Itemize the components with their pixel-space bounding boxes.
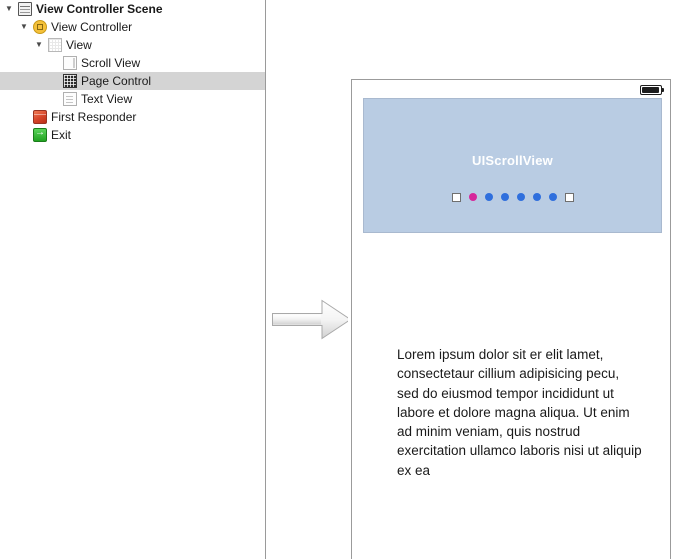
scroll-view[interactable]: UIScrollView [363, 98, 662, 233]
outline-row-label: View Controller [51, 20, 133, 34]
text-view-icon [63, 92, 77, 106]
outline-row-page-control[interactable]: Page Control [0, 72, 265, 90]
document-outline-panel: ▼ View Controller Scene ▼ View Controller ▼ V… [0, 0, 266, 559]
outline-row-label: View [66, 38, 92, 52]
page-dot[interactable] [516, 193, 525, 201]
outline-row-label: Exit [51, 128, 72, 142]
outline-tree[interactable]: ▼ View Controller Scene ▼ View Controller ▼ V… [0, 0, 265, 144]
outline-row-view-controller[interactable]: ▼ View Controller [0, 18, 265, 36]
first-responder-icon [33, 110, 47, 124]
battery-nub [662, 88, 664, 92]
disclosure-triangle-icon[interactable]: ▼ [4, 0, 14, 18]
selection-handle-left[interactable] [451, 192, 461, 202]
outline-row-label: View Controller Scene [36, 2, 163, 16]
selection-handle-right[interactable] [564, 192, 574, 202]
text-view-body[interactable]: Lorem ipsum dolor sit er elit lamet, con… [397, 345, 642, 480]
pointer-arrow-icon [272, 299, 352, 340]
page-dot[interactable] [532, 193, 541, 201]
disclosure-triangle-icon[interactable]: ▼ [19, 18, 29, 36]
device-canvas[interactable]: UIScrollView Lorem ipsum dolor sit er el… [351, 79, 671, 559]
battery-icon [640, 85, 664, 95]
outline-row-view-controller-scene[interactable]: ▼ View Controller Scene [0, 0, 265, 18]
scroll-view-label: UIScrollView [472, 153, 553, 168]
outline-row-label: Page Control [81, 74, 152, 88]
page-dot[interactable] [500, 193, 509, 201]
outline-row-label: First Responder [51, 110, 137, 124]
disclosure-triangle-icon[interactable]: ▼ [34, 36, 44, 54]
battery-fill [642, 87, 659, 93]
outline-row-view[interactable]: ▼ View [0, 36, 265, 54]
outline-row-scroll-view[interactable]: Scroll View [0, 54, 265, 72]
page-dot[interactable] [548, 193, 557, 201]
page-control-icon [63, 74, 77, 88]
scene-icon [18, 2, 32, 16]
page-dot[interactable] [484, 193, 493, 201]
view-icon [48, 38, 62, 52]
scroll-view-icon [63, 56, 77, 70]
exit-icon [33, 126, 47, 142]
outline-row-exit[interactable]: Exit [0, 126, 265, 144]
app-window: ▼ View Controller Scene ▼ View Controller ▼ V… [0, 0, 674, 559]
view-controller-icon [33, 20, 47, 34]
pointer-arrow [272, 298, 352, 342]
outline-row-label: Text View [81, 92, 133, 106]
outline-row-label: Scroll View [81, 56, 141, 70]
page-dot-current[interactable] [468, 193, 477, 201]
outline-row-first-responder[interactable]: First Responder [0, 108, 265, 126]
outline-row-text-view[interactable]: Text View [0, 90, 265, 108]
page-control[interactable] [451, 189, 574, 205]
